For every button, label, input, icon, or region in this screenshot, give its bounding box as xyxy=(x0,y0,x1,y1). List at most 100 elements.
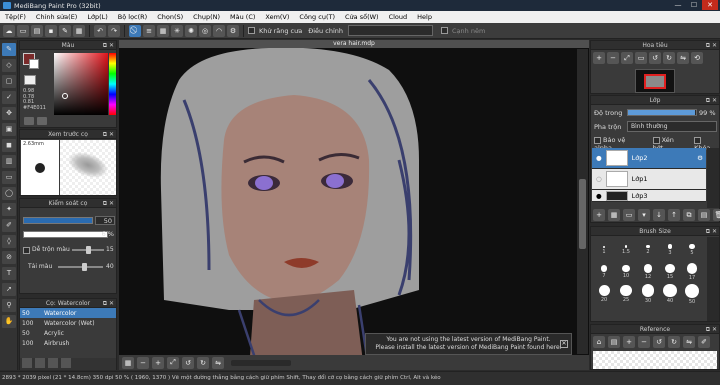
select-pen-icon[interactable]: ✐ xyxy=(2,219,16,232)
cloud-brush-icon[interactable] xyxy=(35,358,45,368)
brush-size-cell[interactable]: 50 xyxy=(681,283,703,305)
move-down-icon[interactable]: ↓ xyxy=(653,209,665,221)
new-layer-icon[interactable]: + xyxy=(593,209,605,221)
saturation-value-picker[interactable] xyxy=(54,53,108,115)
layer-scrollbar[interactable] xyxy=(707,148,719,208)
move-up-icon[interactable]: ↑ xyxy=(668,209,680,221)
maximize-button[interactable]: ☐ xyxy=(686,0,702,10)
hue-slider[interactable] xyxy=(109,53,116,115)
open-image-icon[interactable]: ▤ xyxy=(608,336,620,348)
flip-icon[interactable]: ⇋ xyxy=(677,52,689,64)
brush-size-cell[interactable]: 5 xyxy=(681,239,703,261)
menu-help[interactable]: Help xyxy=(412,13,437,21)
brush-size-cell[interactable]: 17 xyxy=(681,261,703,283)
layer-menu-icon[interactable]: ▾ xyxy=(638,209,650,221)
blend-mode-dropdown[interactable]: Bình thường xyxy=(627,121,717,132)
brush-item[interactable]: 50 Watercolor xyxy=(20,308,116,318)
mix-checkbox[interactable] xyxy=(23,247,30,254)
brush-tool-icon[interactable]: ✎ xyxy=(2,43,16,56)
color-eyedrop-icon[interactable] xyxy=(24,117,34,125)
brush-size-cell[interactable]: 25 xyxy=(615,283,637,305)
gradient-tool-icon[interactable]: ▥ xyxy=(2,155,16,168)
menu-filter[interactable]: Bộ lọc(R) xyxy=(113,13,152,21)
grid-icon[interactable]: ▦ xyxy=(73,24,85,37)
hand-tool-icon[interactable]: ✋ xyxy=(2,315,16,328)
adjust-dropdown[interactable] xyxy=(348,25,433,36)
home-icon[interactable]: ⌂ xyxy=(593,336,605,348)
snap-parallel-icon[interactable]: ≡ xyxy=(143,24,155,37)
brush-size-cell[interactable]: 3 xyxy=(659,239,681,261)
eye-icon[interactable]: ● xyxy=(596,192,602,200)
rotate-icon[interactable]: ↺ xyxy=(653,336,665,348)
cloud-icon[interactable]: ☁ xyxy=(3,24,15,37)
layer-row[interactable]: ○ Lớp1 xyxy=(592,169,706,190)
layer-opacity-slider[interactable] xyxy=(627,109,697,116)
protect-alpha-checkbox[interactable] xyxy=(594,136,601,144)
panel-menu-icon[interactable]: ⧉ ✕ xyxy=(706,325,717,334)
select-rect-icon[interactable]: ▭ xyxy=(2,171,16,184)
brush-size-cell[interactable]: 30 xyxy=(637,283,659,305)
menu-edit[interactable]: Chỉnh sửa(E) xyxy=(31,13,82,21)
zoom-fit-icon[interactable]: ⤢ xyxy=(621,52,633,64)
panel-menu-icon[interactable]: ⧉ ✕ xyxy=(706,96,717,105)
new-halftone-icon[interactable]: ▦ xyxy=(608,209,620,221)
zoom-in-icon[interactable]: + xyxy=(593,52,605,64)
brush-size-value[interactable]: 50 xyxy=(95,216,115,225)
slider-thumb[interactable] xyxy=(86,246,91,254)
redo-icon[interactable]: ↷ xyxy=(108,24,120,37)
layer-row[interactable]: ● Lớp3 xyxy=(592,190,706,202)
snap-settings-icon[interactable]: ⚙ xyxy=(227,24,239,37)
brush-size-slider[interactable] xyxy=(23,217,93,224)
brush-size-cell[interactable]: 12 xyxy=(637,261,659,283)
snap-vanish-icon[interactable]: ✳ xyxy=(171,24,183,37)
eye-icon[interactable]: ● xyxy=(596,154,602,162)
panel-menu-icon[interactable]: ⧉ ✕ xyxy=(103,299,114,308)
merge-icon[interactable]: ▤ xyxy=(698,209,710,221)
magic-wand-icon[interactable]: ✦ xyxy=(2,203,16,216)
brush-size-cell[interactable]: 1.5 xyxy=(615,239,637,261)
rotate-icon[interactable]: ↺ xyxy=(649,52,661,64)
transparent-swatch[interactable] xyxy=(24,75,36,85)
eyedropper-icon[interactable]: ✐ xyxy=(698,336,710,348)
rotate-icon[interactable]: ↻ xyxy=(668,336,680,348)
brush-size-cell[interactable]: 10 xyxy=(615,261,637,283)
brush-icon[interactable]: ✎ xyxy=(59,24,71,37)
panel-menu-icon[interactable]: ⧉ ✕ xyxy=(103,199,114,208)
snap-cross-icon[interactable]: ▦ xyxy=(157,24,169,37)
brush-item[interactable]: 50 Acrylic xyxy=(20,328,116,338)
panel-menu-icon[interactable]: ⧉ ✕ xyxy=(706,41,717,50)
notice-close-button[interactable]: ✕ xyxy=(560,340,568,348)
layer-row[interactable]: ● Lớp2 ⚙ xyxy=(592,148,706,169)
zoom-in-icon[interactable]: + xyxy=(152,356,164,369)
panel-menu-icon[interactable]: ⧉ ✕ xyxy=(103,41,114,50)
operation-tool-icon[interactable]: ➚ xyxy=(2,283,16,296)
eye-icon[interactable]: ○ xyxy=(596,175,602,183)
eyedropper-icon[interactable]: ⚲ xyxy=(2,299,16,312)
navigator-viewport[interactable] xyxy=(644,74,666,89)
snap-off-icon[interactable]: ⃠ xyxy=(129,24,141,37)
dot-tool-icon[interactable]: ▢ xyxy=(2,75,16,88)
grid-toggle-icon[interactable]: ▦ xyxy=(122,356,134,369)
amount-slider[interactable] xyxy=(58,263,103,271)
zoom-out-icon[interactable]: − xyxy=(638,336,650,348)
menu-file[interactable]: Tệp(F) xyxy=(0,13,31,21)
rotate-right-icon[interactable]: ↻ xyxy=(197,356,209,369)
canvas-area[interactable] xyxy=(119,40,589,371)
close-button[interactable]: ✕ xyxy=(702,0,718,10)
clipping-checkbox[interactable] xyxy=(652,136,660,144)
slider-thumb[interactable] xyxy=(82,263,87,271)
reference-view[interactable] xyxy=(593,351,717,369)
flip-icon[interactable]: ⇋ xyxy=(683,336,695,348)
open-icon[interactable]: ▤ xyxy=(31,24,43,37)
menu-snap[interactable]: Chụp(N) xyxy=(188,13,225,21)
minimize-button[interactable]: — xyxy=(670,0,686,10)
notice-line-2[interactable]: Please install the latest version of Med… xyxy=(366,344,571,352)
select-eraser-icon[interactable]: ◊ xyxy=(2,235,16,248)
brush-size-cell[interactable]: 1 xyxy=(593,239,615,261)
flip-icon[interactable]: ⇋ xyxy=(212,356,224,369)
navigator-thumbnail[interactable] xyxy=(635,69,675,93)
menu-select[interactable]: Chọn(S) xyxy=(152,13,188,21)
scroll-thumb[interactable] xyxy=(579,179,586,249)
bucket-tool-icon[interactable]: ◼ xyxy=(2,139,16,152)
fill-tool-icon[interactable]: ▣ xyxy=(2,123,16,136)
